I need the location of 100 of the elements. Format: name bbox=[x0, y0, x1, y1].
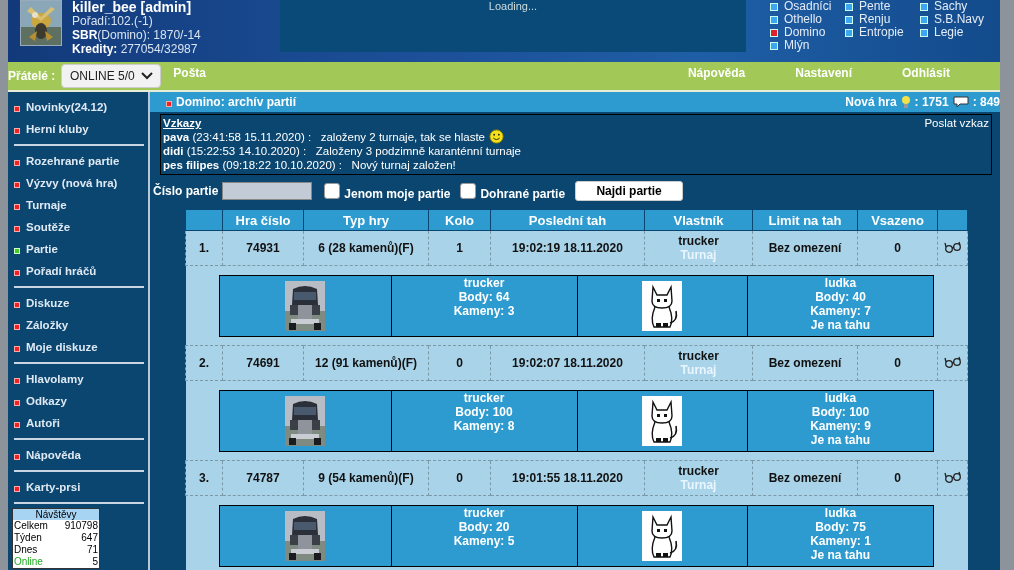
column-header: Typ hry bbox=[303, 209, 429, 231]
sidebar-item[interactable]: Diskuze bbox=[14, 292, 144, 314]
counter-value: 5 bbox=[92, 556, 98, 568]
sidebar-item[interactable]: Herní kluby bbox=[14, 118, 144, 140]
sidebar-item[interactable]: Výzvy (nová hra) bbox=[14, 172, 144, 194]
user-stat: Kredity: 277054/32987 bbox=[72, 42, 199, 56]
on-move-text: Je na tahu bbox=[810, 548, 871, 562]
table-cell: Bez omezení bbox=[752, 345, 858, 381]
owner-name: trucker bbox=[677, 234, 720, 248]
checkbox-label: Jenom moje partie bbox=[344, 187, 451, 201]
sidebar-item[interactable]: Soutěže bbox=[14, 216, 144, 238]
lightbulb-icon bbox=[900, 95, 911, 109]
player-points: Body: 20 bbox=[458, 520, 510, 534]
game-link[interactable]: Othello bbox=[770, 13, 845, 26]
sidebar-item[interactable]: Karty-prsi bbox=[14, 476, 144, 498]
on-move-text: Je na tahu bbox=[810, 318, 871, 332]
counter-label: Dnes bbox=[14, 544, 38, 556]
game-number-label: Číslo partie bbox=[153, 184, 219, 198]
owner-name: trucker bbox=[677, 464, 720, 478]
player-points: Body: 40 bbox=[815, 290, 866, 304]
loading-text: Loading... bbox=[487, 0, 539, 12]
table-cell[interactable]: 74787 bbox=[222, 460, 304, 496]
player-points: Body: 100 bbox=[455, 405, 513, 419]
sidebar-item[interactable]: Autoři bbox=[14, 412, 144, 434]
player-stones: Kameny: 8 bbox=[453, 419, 515, 433]
glasses-icon[interactable] bbox=[943, 355, 962, 368]
sidebar-item[interactable]: Moje diskuze bbox=[14, 336, 144, 358]
counter-value: 910798 bbox=[64, 520, 98, 532]
sidebar-item[interactable]: Odkazy bbox=[14, 390, 144, 412]
checkbox[interactable] bbox=[460, 183, 477, 199]
table-cell[interactable]: 74931 bbox=[222, 230, 304, 266]
speech-bubble-icon bbox=[952, 96, 969, 108]
table-cell: 0 bbox=[428, 345, 491, 381]
player-points: Body: 75 bbox=[815, 520, 866, 534]
table-cell: 0 bbox=[857, 460, 938, 496]
counter-value: 647 bbox=[81, 532, 98, 544]
user-stat: SBR(Domino): 1870/-14 bbox=[72, 28, 201, 42]
table-cell: Bez omezení bbox=[752, 460, 858, 496]
game-link[interactable]: Domino bbox=[770, 26, 845, 39]
user-stat: Pořadí:102.(-1) bbox=[72, 14, 153, 28]
game-number-field[interactable] bbox=[222, 182, 313, 200]
player-points: Body: 100 bbox=[811, 405, 870, 419]
section-title: Domino: archív partií bbox=[176, 95, 297, 109]
sidebar-item[interactable]: Rozehrané partie bbox=[14, 150, 144, 172]
game-link[interactable]: Entropie bbox=[845, 26, 920, 39]
table-cell: 0 bbox=[857, 345, 938, 381]
glasses-icon[interactable] bbox=[943, 240, 962, 253]
game-link[interactable]: Renju bbox=[845, 13, 920, 26]
counter-label: Týden bbox=[14, 532, 42, 544]
player-stones: Kameny: 7 bbox=[810, 304, 871, 318]
player-stones: Kameny: 1 bbox=[810, 534, 871, 548]
column-header: Poslední tah bbox=[490, 209, 645, 231]
table-cell[interactable]: 74691 bbox=[222, 345, 304, 381]
table-cell: 1 bbox=[428, 230, 491, 266]
sidebar-item[interactable]: Partie bbox=[14, 238, 144, 260]
table-cell: 3. bbox=[185, 460, 223, 496]
table-cell: 12 (91 kamenů)(F) bbox=[303, 345, 429, 381]
sidebar-item[interactable]: Turnaje bbox=[14, 194, 144, 216]
send-message-link[interactable]: Poslat vzkaz bbox=[924, 117, 989, 129]
checkbox-label: Dohrané partie bbox=[480, 187, 566, 201]
table-cell: 0 bbox=[857, 230, 938, 266]
table-cell: 9 (54 kamenů)(F) bbox=[303, 460, 429, 496]
table-cell: 19:02:07 18.11.2020 bbox=[490, 345, 645, 381]
table-cell: 19:01:55 18.11.2020 bbox=[490, 460, 645, 496]
table-cell: 19:02:19 18.11.2020 bbox=[490, 230, 645, 266]
sidebar-item[interactable]: Hlavolamy bbox=[14, 368, 144, 390]
game-link[interactable]: S.B.Navy bbox=[920, 13, 1000, 26]
new-game-label: Nová hra bbox=[845, 95, 897, 109]
checkbox[interactable] bbox=[324, 183, 341, 199]
column-header: Vlastník bbox=[644, 209, 753, 231]
game-link[interactable]: Pente bbox=[845, 0, 920, 13]
friends-label: Přátelé : bbox=[8, 69, 56, 83]
table-cell: 0 bbox=[428, 460, 491, 496]
message-text: pava (23:41:58 15.11.2020) : založeny 2 turnaje, tak se hlaste bbox=[163, 129, 485, 144]
search-button[interactable]: Najdi partie bbox=[575, 181, 684, 201]
message-text: didi (15:22:53 14.10.2020) : Založeny 3 podzimně karanténní turnaje bbox=[163, 144, 521, 158]
sidebar-item[interactable]: Záložky bbox=[14, 314, 144, 336]
sidebar-item[interactable]: Pořadí hráčů bbox=[14, 260, 144, 282]
table-cell: 1. bbox=[185, 230, 223, 266]
glasses-icon[interactable] bbox=[943, 470, 962, 483]
sidebar-item[interactable]: Novinky(24.12) bbox=[14, 96, 144, 118]
counter-label: Celkem bbox=[14, 520, 48, 532]
messages-link[interactable]: Vzkazy bbox=[163, 117, 202, 129]
game-link[interactable]: Legie bbox=[920, 26, 1000, 39]
message-text: pes filipes (09:18:22 10.10.2020) : Nový turnaj založen! bbox=[163, 158, 456, 172]
username[interactable]: killer_bee [admin] bbox=[72, 0, 201, 14]
game-link[interactable]: Mlýn bbox=[770, 39, 845, 52]
column-header: Vsazeno bbox=[857, 209, 938, 231]
table-cell: 2. bbox=[185, 345, 223, 381]
column-header: Limit na tah bbox=[752, 209, 858, 231]
table-cell: 6 (28 kamenů)(F) bbox=[303, 230, 429, 266]
counter-label: Online bbox=[14, 556, 43, 568]
friends-dropdown[interactable]: ONLINE 5/0 bbox=[61, 64, 162, 88]
column-header: Kolo bbox=[428, 209, 491, 231]
counter-title: Návštěvy bbox=[13, 509, 99, 520]
game-link[interactable]: Šachy bbox=[920, 0, 1000, 13]
sidebar-item[interactable]: Nápověda bbox=[14, 444, 144, 466]
counter-value: 71 bbox=[86, 544, 98, 556]
bullet-icon bbox=[166, 101, 172, 107]
game-link[interactable]: Osadníci bbox=[770, 0, 845, 13]
